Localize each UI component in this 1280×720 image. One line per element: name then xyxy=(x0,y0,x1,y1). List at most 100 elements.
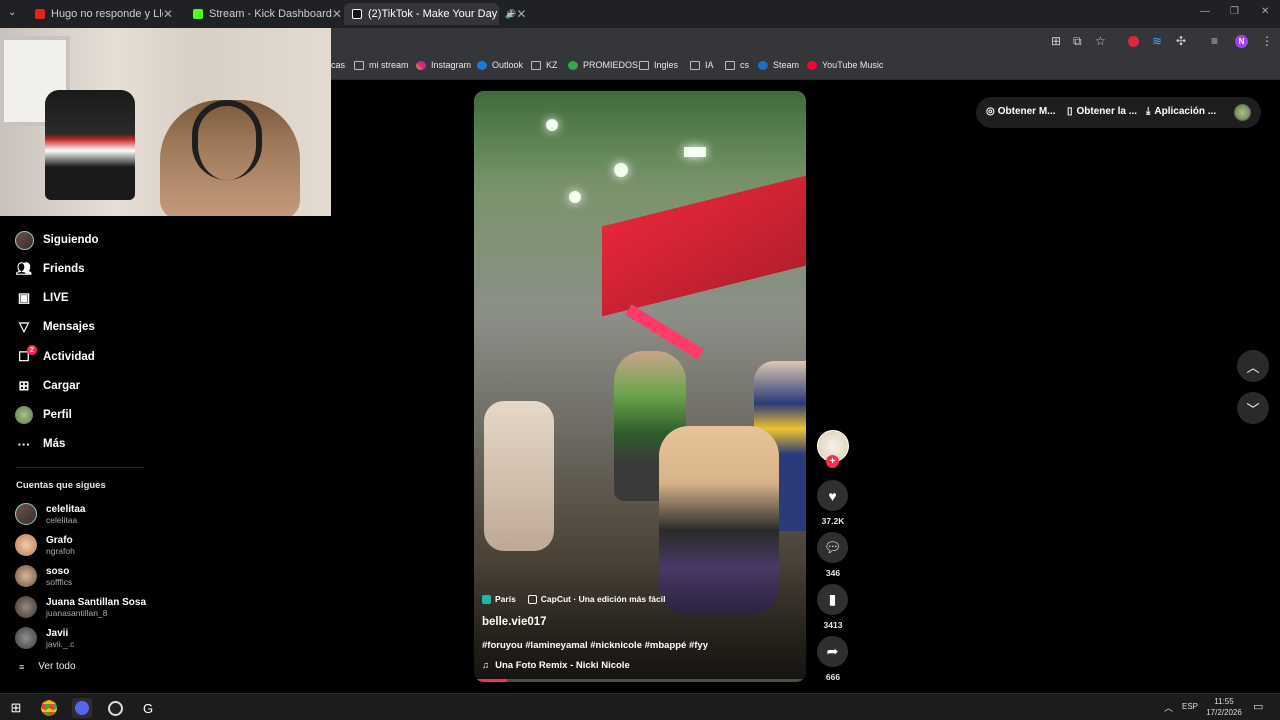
youtube-icon xyxy=(35,9,45,19)
video-author[interactable]: belle.vie017 xyxy=(482,616,547,628)
bookmark-youtube-music[interactable]: YouTube Music xyxy=(807,60,883,70)
sidebar-item-following[interactable]: Siguiendo xyxy=(14,229,99,251)
window-close-icon[interactable]: ✕ xyxy=(1261,6,1269,17)
list-icon: ≡ xyxy=(19,661,25,672)
bookmark-kz[interactable]: KZ xyxy=(531,60,558,70)
get-coins-button[interactable]: ◎ Obtener M... xyxy=(986,106,1056,117)
sidebar-item-activity[interactable]: ☐ 2 Actividad xyxy=(14,345,95,368)
bookmark-ingles[interactable]: Ingles xyxy=(639,60,678,70)
tray-chevron-icon[interactable]: ︿ xyxy=(1164,701,1173,714)
account-item[interactable]: Grafo ngrafoh xyxy=(15,534,75,556)
account-handle: ngrafoh xyxy=(46,545,75,556)
like-count: 37.2K xyxy=(821,516,845,526)
sidebar-item-live[interactable]: ▣ LIVE xyxy=(14,287,69,309)
coin-icon: ◎ xyxy=(986,106,995,117)
language-indicator[interactable]: ESP xyxy=(1182,702,1198,711)
messages-icon: ▽ xyxy=(19,319,29,334)
video-hashtags[interactable]: #foruyou #lamineyamal #nicknicole #mbapp… xyxy=(482,640,708,651)
tab-tiktok[interactable]: (2)TikTok - Make Your Day 🔊 ✕ xyxy=(344,3,526,25)
windows-start-icon[interactable]: ⊞ xyxy=(6,698,26,718)
comment-button[interactable]: 💬︎ xyxy=(817,532,848,563)
light-image xyxy=(684,147,706,157)
bookmark-cs[interactable]: cs xyxy=(725,60,749,70)
share-icon: ➦ xyxy=(826,643,839,659)
sidebar-item-more[interactable]: ··· Más xyxy=(14,433,66,455)
extension-red-icon[interactable] xyxy=(1128,36,1139,47)
share-button[interactable]: ➦ xyxy=(817,636,848,667)
profile-avatar[interactable]: N xyxy=(1235,35,1248,48)
notification-badge: 2 xyxy=(27,345,37,355)
bookmark-mi-stream[interactable]: mi stream xyxy=(354,60,409,70)
chrome-icon[interactable] xyxy=(39,698,59,718)
folder-icon xyxy=(531,60,541,70)
nav-label: Siguiendo xyxy=(43,234,99,246)
translate-icon[interactable]: ⊞ xyxy=(1051,34,1061,48)
install-icon[interactable]: ⧉ xyxy=(1073,34,1082,49)
obs-icon[interactable] xyxy=(105,698,125,718)
bookmark-instagram[interactable]: Instagram xyxy=(416,60,471,70)
nav-label: LIVE xyxy=(43,292,69,304)
extension-wave-icon[interactable]: ≋ xyxy=(1152,34,1162,48)
desktop-app-button[interactable]: ⤓ Aplicación ... xyxy=(1146,106,1216,117)
bookmark-ia[interactable]: IA xyxy=(690,60,714,70)
discord-icon[interactable] xyxy=(72,698,92,718)
account-item[interactable]: celelitaa celelitaa xyxy=(15,503,85,525)
progress-track[interactable] xyxy=(474,679,806,682)
sidebar-item-friends[interactable]: 👥︎ Friends xyxy=(14,258,85,280)
get-coins-label: Obtener M... xyxy=(997,106,1056,117)
menu-icon[interactable]: ⋮ xyxy=(1261,34,1273,48)
bookmark-label: Ingles xyxy=(654,60,679,70)
extensions-icon[interactable]: ✣ xyxy=(1176,34,1186,48)
close-icon[interactable]: ✕ xyxy=(332,7,342,21)
tab-youtube[interactable]: Hugo no responde y Llega Santi ✕ xyxy=(27,3,181,25)
reading-list-icon[interactable]: ≡ xyxy=(1211,34,1218,48)
logitech-icon[interactable]: G xyxy=(138,698,158,718)
comment-icon: 💬︎ xyxy=(823,539,842,555)
avatar xyxy=(15,503,37,525)
bookmark-promiedos[interactable]: PROMIEDOS xyxy=(568,60,638,70)
phone-icon: ▯ xyxy=(1067,106,1073,117)
sidebar-item-messages[interactable]: ▽ Mensajes xyxy=(14,316,95,338)
account-name: Javii xyxy=(46,627,69,639)
previous-video-button[interactable]: ︿ xyxy=(1237,350,1269,382)
account-item[interactable]: Juana Santillan Sosa juanasantillan_8 xyxy=(15,596,146,618)
tab-search-icon[interactable]: ⌄ xyxy=(8,7,16,18)
webcam-overlay xyxy=(0,28,331,216)
bookmark-steam[interactable]: Steam xyxy=(758,60,799,70)
clock-time: 11:55 xyxy=(1214,697,1234,706)
bookmark-cas[interactable]: cas xyxy=(331,60,345,70)
tab-kick[interactable]: Stream - Kick Dashboard ✕ xyxy=(185,3,342,25)
folder-icon xyxy=(725,60,735,70)
restore-icon[interactable]: ❐ xyxy=(1230,6,1239,17)
bookmark-outlook[interactable]: Outlook xyxy=(477,60,523,70)
bookmark-label: YouTube Music xyxy=(822,60,884,70)
bookmark-label: Steam xyxy=(773,60,800,70)
save-button[interactable]: ▮ xyxy=(817,584,848,615)
bookmark-star-icon[interactable]: ☆ xyxy=(1095,34,1106,48)
new-tab-button[interactable]: + xyxy=(507,5,515,21)
close-icon[interactable]: ✕ xyxy=(516,7,526,21)
tab-title: Hugo no responde y Llega Santi xyxy=(51,8,163,20)
get-app-button[interactable]: ▯ Obtener la ... xyxy=(1067,106,1137,117)
follow-button[interactable]: + xyxy=(826,455,839,468)
account-item[interactable]: Javii javii._.c xyxy=(15,627,74,649)
like-button[interactable]: ♥ xyxy=(817,480,848,511)
sidebar-item-profile[interactable]: Perfil xyxy=(14,404,72,426)
capcut-label[interactable]: CapCut · Una edición más fácil xyxy=(541,594,666,604)
next-video-button[interactable]: ﹀ xyxy=(1237,392,1269,424)
steam-icon xyxy=(758,60,768,70)
youtube-music-icon xyxy=(807,60,817,70)
kick-icon xyxy=(193,9,203,19)
clock[interactable]: 11:55 17/2/2026 xyxy=(1202,696,1246,718)
account-item[interactable]: soso sofffics xyxy=(15,565,72,587)
video-player[interactable]: París CapCut · Una edición más fácil bel… xyxy=(474,91,806,682)
location-chip[interactable]: París CapCut · Una edición más fácil xyxy=(482,594,666,604)
close-icon[interactable]: ✕ xyxy=(163,7,173,21)
minimize-icon[interactable]: — xyxy=(1200,6,1210,17)
notification-icon[interactable]: ▭ xyxy=(1253,700,1263,713)
video-sound[interactable]: ♫ Una Foto Remix - Nicki Nicole xyxy=(482,660,630,671)
sidebar-item-upload[interactable]: ⊞ Cargar xyxy=(14,375,81,397)
user-avatar[interactable] xyxy=(1234,104,1251,121)
see-all-link[interactable]: ≡ Ver todo xyxy=(19,661,76,672)
account-handle: celelitaa xyxy=(46,514,78,525)
